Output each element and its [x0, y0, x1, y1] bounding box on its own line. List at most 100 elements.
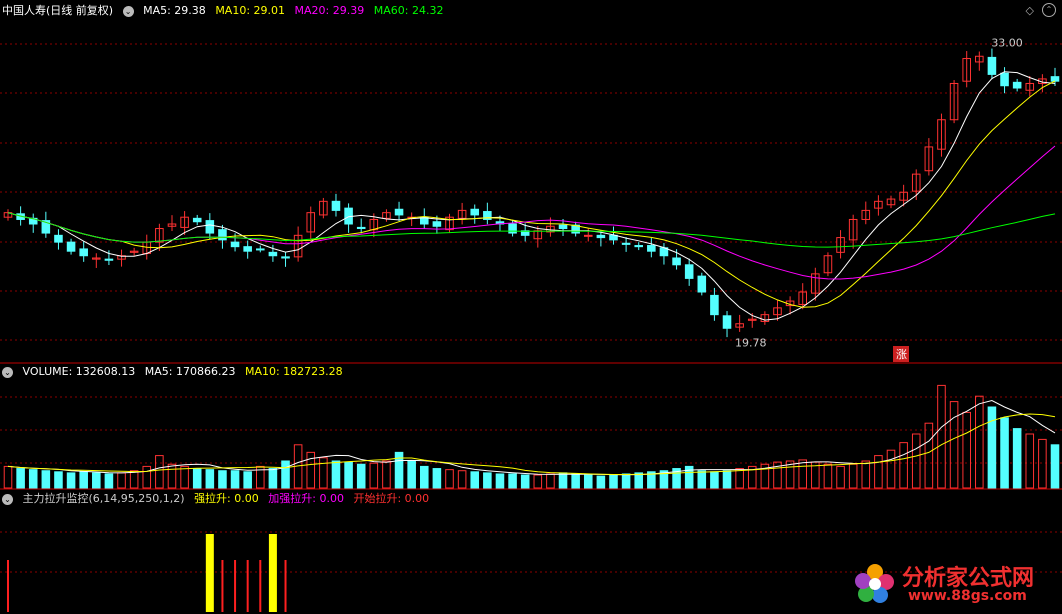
volume-bar [483, 472, 492, 489]
volume-bar [129, 470, 139, 489]
watermark-url: www.88gs.com [908, 588, 1027, 604]
volume-bar [924, 422, 934, 489]
signal-bars [7, 534, 287, 612]
volume-ma5-line [7, 399, 1056, 476]
candle-body [1050, 76, 1060, 82]
volume-bar [230, 470, 240, 489]
volume-bar [79, 471, 88, 489]
volume-bar [735, 468, 744, 489]
volume-bar [28, 469, 38, 489]
candle-body [268, 251, 278, 257]
volume-bar [281, 460, 290, 489]
volume-bar [407, 460, 416, 489]
candle-body [54, 234, 63, 243]
volume-bar [987, 406, 997, 489]
candle-body [256, 248, 265, 251]
volume-bar [861, 460, 871, 489]
volume-bar [911, 433, 921, 489]
candle-body [66, 241, 76, 252]
volume-ma10-line [7, 413, 1056, 475]
volume-bar [155, 455, 164, 489]
volume-bar [432, 468, 442, 489]
volume-bar [218, 470, 227, 489]
volume-bar [117, 472, 126, 489]
volume-bar [899, 442, 908, 489]
candle-body [192, 217, 202, 223]
volume-bar [356, 463, 366, 489]
rise-marker-label: 涨 [896, 348, 907, 361]
volume-bar [596, 475, 606, 489]
volume-bar [1000, 417, 1009, 489]
volume-bar [495, 473, 505, 489]
flower-icon [855, 564, 894, 603]
volume-bar [1050, 444, 1060, 489]
candle-body [230, 241, 240, 248]
candle-body [331, 200, 341, 211]
high-price-label: 33.00 [991, 37, 1023, 50]
candle-body [243, 246, 252, 252]
volume-bar [3, 465, 13, 489]
candle-body [987, 56, 997, 75]
candle-body [432, 221, 442, 227]
volume-bar [331, 460, 341, 489]
candle-body [394, 208, 404, 216]
volume-bar [508, 473, 517, 489]
candle-body [104, 258, 114, 261]
moving-average-lines [7, 71, 1056, 321]
ma5-line [7, 71, 1056, 321]
stock-chart: 33.00 19.78 涨 [0, 37, 1062, 612]
volume-bar [836, 465, 845, 489]
strong-signal-bar [205, 534, 214, 612]
volume-bar [609, 474, 618, 489]
candle-body [722, 315, 732, 329]
volume-bar [1012, 428, 1022, 489]
volume-bar [886, 449, 896, 489]
volume-bar [546, 473, 555, 489]
candle-body [1000, 72, 1009, 87]
candle-body [634, 245, 644, 248]
strong-signal-bar [268, 534, 277, 612]
volume-bar [533, 474, 543, 489]
ma20-line [7, 145, 1056, 280]
grid-lines [0, 43, 1062, 573]
candle-body [356, 226, 366, 230]
volume-bar [1025, 433, 1035, 489]
candle-body [647, 245, 656, 252]
candle-body [470, 208, 480, 216]
volume-bar [823, 463, 833, 489]
volume-bar [722, 470, 732, 489]
candle-body [558, 224, 568, 230]
volume-bar [180, 465, 189, 489]
volume-bar [571, 473, 580, 489]
volume-bar [41, 470, 51, 489]
volume-bar [369, 462, 379, 489]
volume-bar [344, 461, 353, 489]
volume-bar [92, 472, 101, 489]
volume-bar [54, 471, 63, 489]
volume-bar [470, 471, 480, 489]
volume-bar [697, 470, 707, 489]
volume-bar [710, 471, 719, 489]
candle-body [621, 242, 631, 245]
candle-body [672, 257, 681, 266]
candle-body [218, 229, 227, 241]
volume-bar [205, 469, 215, 489]
volume-bars [3, 384, 1060, 489]
volume-bar [798, 459, 807, 489]
volume-bar [319, 457, 328, 489]
candlestick-series [3, 48, 1060, 338]
candle-body [508, 223, 517, 234]
volume-bar [558, 472, 568, 489]
volume-bar [634, 472, 644, 489]
volume-bar [1038, 438, 1047, 489]
volume-bar [306, 451, 316, 489]
volume-bar [16, 468, 25, 489]
volume-bar [583, 474, 593, 489]
volume-bar [962, 411, 971, 489]
volume-bar [192, 468, 202, 489]
volume-bar [520, 474, 530, 489]
volume-bar [975, 395, 984, 489]
volume-bar [104, 473, 114, 489]
candle-body [205, 220, 215, 234]
volume-bar [167, 463, 177, 489]
